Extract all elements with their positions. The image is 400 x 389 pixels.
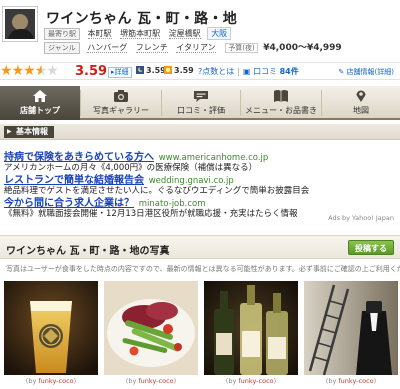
budget-value: ¥4,000～¥4,999 (263, 43, 342, 53)
home-icon (33, 90, 47, 102)
photo-disclaimer: 写真はユーザーが食事をした時点の内容ですので、最新の情報とは異なる可能性がありま… (6, 265, 400, 273)
tab-nav: 店舗トップ 写真ギャラリー 口コミ・評価 メニュー・お品書き 地図 (0, 86, 400, 120)
rating-bar: ★★★★★ 3.59 ▸詳細 3.59 3.59 ?点数とは | ▣ 口コミ 84件… (0, 62, 400, 80)
star-icon: ★ (11, 63, 25, 79)
photo-credit: (by funky-coco) (225, 377, 277, 385)
genre-link[interactable]: ハンバーグ (87, 43, 128, 53)
user-link[interactable]: funky-coco (138, 377, 173, 385)
station-label: 最寄り駅 (44, 28, 80, 40)
chat-icon (194, 91, 208, 102)
edit-icon: ✎ (338, 68, 345, 76)
genre-link[interactable]: フレンチ (135, 43, 168, 53)
photo-credit: (by funky-coco) (125, 377, 177, 385)
ads-attribution[interactable]: Ads by Yahoo! Japan (328, 214, 394, 222)
photo-thumbnail[interactable] (104, 281, 198, 375)
lunch-rating: 3.59 (164, 66, 194, 75)
camera-icon (114, 90, 128, 102)
photo-thumbnail[interactable] (204, 281, 298, 375)
budget-label: 予算(夜) (225, 43, 258, 53)
tab-photo-gallery[interactable]: 写真ギャラリー (81, 86, 161, 120)
dinner-rating: 3.59 (136, 66, 166, 75)
user-link[interactable]: funky-coco (338, 377, 373, 385)
tab-map[interactable]: 地図 (322, 86, 400, 120)
restaurant-title: ワインちゃん 瓦・町・路・地 (46, 11, 238, 27)
star-icon: ★ (23, 63, 36, 79)
star-rating: ★★★★★ (0, 63, 59, 79)
photo-thumbnail[interactable] (4, 281, 98, 375)
station-link[interactable]: 本町駅 (87, 29, 112, 39)
tab-menu[interactable]: メニュー・お品書き (241, 86, 321, 120)
station-link[interactable]: 堺筋本町駅 (120, 29, 161, 39)
empty-star-icon: ★ (46, 63, 59, 79)
sun-icon (164, 66, 172, 74)
tab-reviews[interactable]: 口コミ・評価 (162, 86, 240, 120)
station-link[interactable]: 淀屋橋駅 (168, 29, 201, 39)
chat-icon: ▣ (242, 67, 251, 76)
photo-section-header: ワインちゃん 瓦・町・路・地の写真 投稿する (0, 235, 400, 259)
user-link[interactable]: funky-coco (238, 377, 273, 385)
post-photo-button[interactable]: 投稿する (348, 240, 394, 255)
ad-description: 《無料》就職面接会開催・12月13日港区役所が就職応援・充実はたらく情報 (4, 209, 298, 219)
restaurant-header: ワインちゃん 瓦・町・路・地 最寄り駅 本町駅 堺筋本町駅 淀屋橋駅 大阪 ジャ… (0, 0, 400, 64)
moon-icon (136, 66, 144, 74)
photo-credit: (by funky-coco) (325, 377, 377, 385)
restaurant-avatar[interactable] (2, 6, 38, 42)
tab-store-top[interactable]: 店舗トップ (0, 86, 80, 120)
basic-info-tab[interactable]: 基本情報 (4, 126, 54, 138)
genre-row: ジャンル ハンバーグ フレンチ イタリアン 予算(夜) ¥4,000～¥4,99… (44, 40, 342, 54)
photo-credit: (by funky-coco) (25, 377, 77, 385)
points-link[interactable]: 点数とは (202, 67, 234, 76)
half-star-icon: ★ (34, 63, 48, 79)
area-link[interactable]: 大阪 (207, 27, 232, 40)
photo-section-title: ワインちゃん 瓦・町・路・地の写真 (6, 246, 170, 257)
genre-label: ジャンル (44, 42, 80, 54)
rating-score: 3.59 (75, 64, 108, 79)
rating-detail-button[interactable]: ▸詳細 (108, 67, 132, 78)
station-row: 最寄り駅 本町駅 堺筋本町駅 淀屋橋駅 大阪 (44, 27, 233, 40)
user-link[interactable]: funky-coco (38, 377, 73, 385)
rating-links: ?点数とは | ▣ 口コミ 84件 (198, 67, 299, 76)
store-info-edit-link[interactable]: ✎ 店舗情報(詳細) (338, 67, 394, 77)
basic-info-bar: 基本情報 (0, 124, 400, 140)
book-icon (274, 90, 288, 102)
page: ワインちゃん 瓦・町・路・地 最寄り駅 本町駅 堺筋本町駅 淀屋橋駅 大阪 ジャ… (0, 0, 400, 389)
genre-link[interactable]: イタリアン (176, 43, 216, 53)
star-icon: ★ (0, 63, 13, 79)
photo-thumbnail[interactable] (304, 281, 398, 375)
review-count-link[interactable]: ▣ 口コミ 84件 (243, 67, 299, 76)
map-pin-icon (356, 90, 366, 102)
